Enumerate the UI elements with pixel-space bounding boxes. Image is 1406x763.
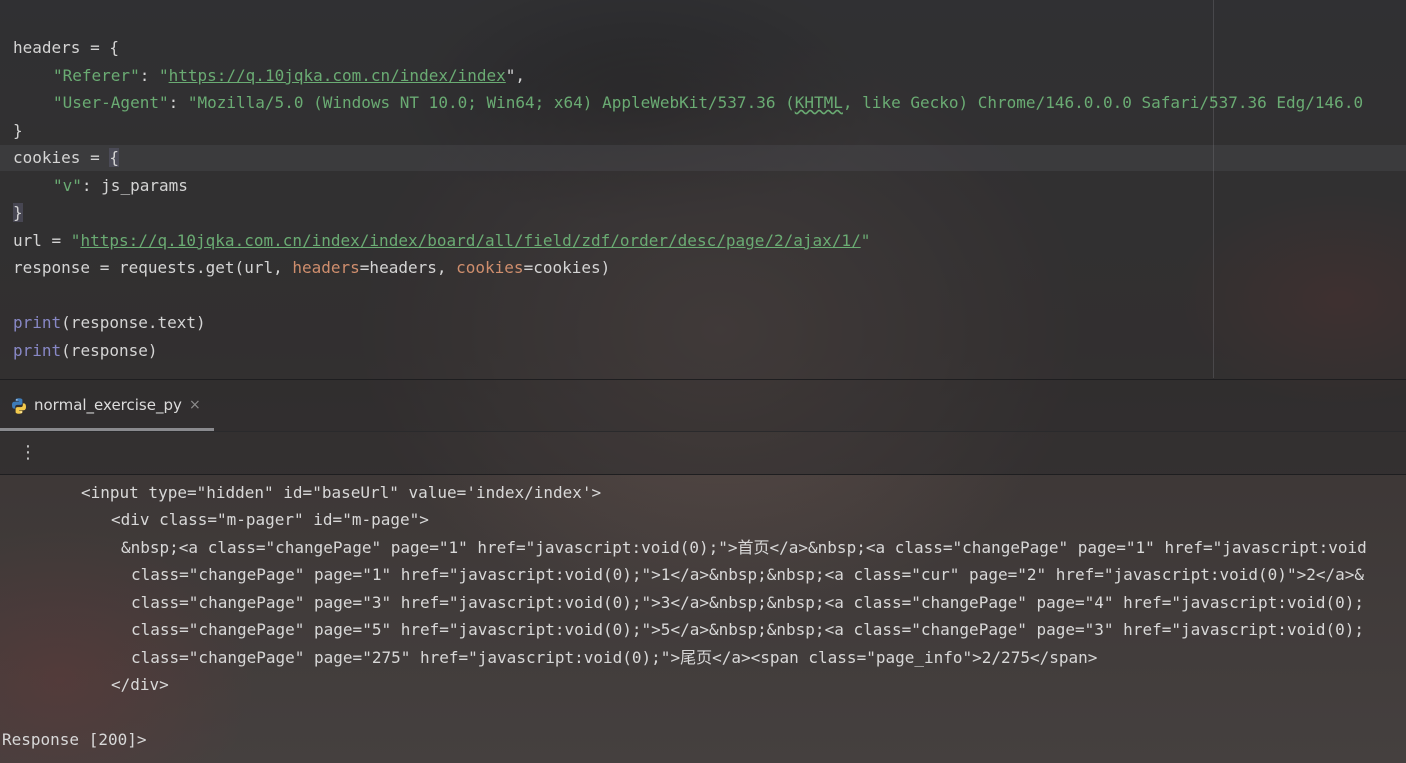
spelling-warning-khtml[interactable]: KHTML: [795, 93, 843, 112]
run-tab-label: normal_exercise_py: [34, 396, 182, 414]
code-line-cookie-v: "v": js_params: [53, 176, 188, 195]
referer-url-link[interactable]: https://q.10jqka.com.cn/index/index: [169, 66, 506, 85]
console-line: class="changePage" page="5" href="javasc…: [131, 620, 1364, 639]
matched-brace-open: {: [109, 148, 119, 167]
code-line-referer: "Referer": "https://q.10jqka.com.cn/inde…: [53, 66, 526, 85]
matched-brace-close: }: [13, 203, 23, 222]
code-line-print-text: print(response.text): [13, 313, 206, 332]
run-console-output[interactable]: <input type="hidden" id="baseUrl" value=…: [0, 475, 1406, 763]
code-line-url: url = "https://q.10jqka.com.cn/index/ind…: [13, 231, 871, 250]
code-line-response: response = requests.get(url, headers=hea…: [13, 258, 611, 277]
request-url-link[interactable]: https://q.10jqka.com.cn/index/index/boar…: [80, 231, 860, 250]
console-line: <div class="m-pager" id="m-page">: [111, 510, 429, 529]
right-margin-guide: [1213, 0, 1214, 378]
code-line-headers: headers = {: [13, 38, 119, 57]
console-line: class="changePage" page="3" href="javasc…: [131, 593, 1364, 612]
code-editor[interactable]: headers = { "Referer": "https://q.10jqka…: [0, 0, 1406, 380]
code-line-print-response: print(response): [13, 341, 158, 360]
code-line-user-agent: "User-Agent": "Mozilla/5.0 (Windows NT 1…: [53, 93, 1364, 112]
run-tab-normal-exercise[interactable]: normal_exercise_py ×: [0, 380, 214, 431]
run-toolbar: ⋮: [0, 432, 1406, 474]
console-line: &nbsp;<a class="changePage" page="1" hre…: [121, 538, 1367, 557]
code-line-cookies-close: }: [13, 199, 23, 226]
python-icon: [12, 398, 26, 414]
run-tool-window-tabs: normal_exercise_py ×: [0, 380, 1406, 431]
console-line-response-status: Response [200]>: [2, 730, 147, 749]
close-icon[interactable]: ×: [189, 380, 201, 431]
console-line: class="changePage" page="275" href="java…: [131, 648, 1098, 667]
more-options-icon[interactable]: ⋮: [18, 440, 38, 466]
console-line: <input type="hidden" id="baseUrl" value=…: [81, 483, 602, 502]
code-line-cookies: cookies = {: [13, 148, 119, 167]
code-line-headers-close: }: [13, 121, 23, 140]
console-line: class="changePage" page="1" href="javasc…: [131, 565, 1364, 584]
console-line: </div>: [111, 675, 169, 694]
current-line-highlight: [0, 145, 1406, 171]
